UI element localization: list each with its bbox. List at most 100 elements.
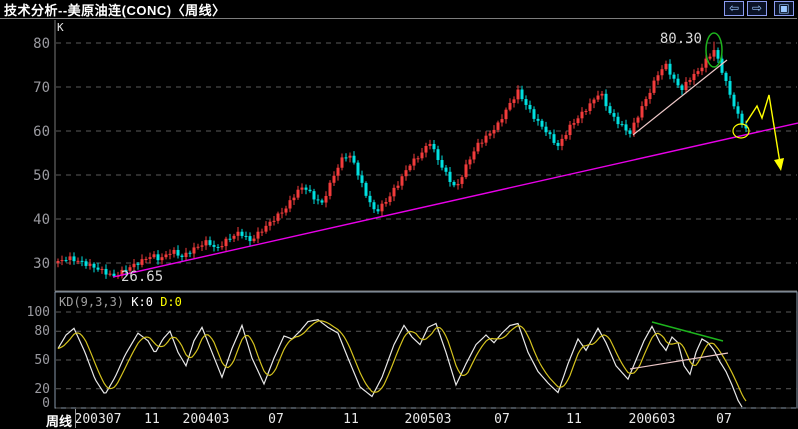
- candle-body: [93, 264, 96, 268]
- candle-body: [309, 190, 312, 191]
- candle-body: [677, 79, 680, 86]
- kd-indicator-label: KD(9,3,3) K:0 D:0: [59, 295, 182, 309]
- candle-body: [209, 240, 212, 245]
- forward-arrow-icon[interactable]: ⇨: [747, 1, 767, 16]
- candle-body: [409, 166, 412, 171]
- price-axis-tick-label: 40: [33, 212, 50, 228]
- kd-axis-tick-label: 50: [34, 353, 50, 368]
- candle-body: [601, 94, 604, 96]
- candle-body: [69, 256, 72, 260]
- candle-body: [109, 274, 112, 275]
- candle-body: [569, 125, 572, 135]
- peak-price-label: 80.30: [660, 31, 702, 47]
- candle-body: [289, 200, 292, 208]
- candle-body: [61, 260, 64, 261]
- candle-body: [149, 257, 152, 259]
- time-axis-tick-label: 200403: [183, 412, 230, 427]
- candle-body: [581, 112, 584, 119]
- candle-body: [141, 259, 144, 265]
- candle-body: [673, 75, 676, 79]
- candle-body: [417, 158, 420, 159]
- window-title: 技术分析--美原油连(CONC)〈周线〉: [0, 0, 226, 19]
- candle-body: [505, 110, 508, 119]
- candle-body: [257, 232, 260, 239]
- chart-canvas[interactable]: 3040506070800205080100: [0, 0, 798, 429]
- candle-body: [285, 209, 288, 213]
- candle-body: [81, 261, 84, 262]
- candle-body: [105, 269, 108, 275]
- window-icon[interactable]: ▣: [774, 1, 794, 16]
- time-axis-tick-label: 07: [268, 412, 284, 427]
- candle-body: [421, 153, 424, 159]
- candle-body: [357, 163, 360, 176]
- candle-body: [185, 253, 188, 257]
- candle-body: [373, 202, 376, 209]
- candle-body: [717, 50, 720, 59]
- candle-body: [385, 202, 388, 204]
- kd-axis-tick-label: 100: [27, 305, 50, 320]
- time-axis-tick-label: 11: [566, 412, 582, 427]
- candle-body: [349, 156, 352, 158]
- candle-body: [689, 80, 692, 82]
- price-axis-tick-label: 70: [33, 80, 50, 96]
- candle-body: [85, 261, 88, 266]
- candle-body: [217, 247, 220, 248]
- candle-body: [553, 134, 556, 143]
- candle-body: [89, 264, 92, 266]
- candle-body: [669, 64, 672, 75]
- candle-body: [521, 89, 524, 99]
- candle-body: [365, 183, 368, 196]
- candle-body: [501, 119, 504, 122]
- candle-body: [493, 130, 496, 134]
- candle-body: [537, 119, 540, 121]
- candle-body: [625, 124, 628, 130]
- candle-body: [233, 236, 236, 239]
- candle-body: [729, 81, 732, 95]
- candle-body: [361, 175, 364, 183]
- candle-body: [525, 99, 528, 105]
- candle-body: [201, 245, 204, 246]
- time-axis-row: 周线 200307112004030711200503071120060307: [0, 409, 798, 428]
- kd-k-value: K:0: [131, 295, 153, 309]
- candle-body: [685, 82, 688, 90]
- candle-body: [329, 183, 332, 196]
- candle-body: [229, 239, 232, 240]
- candle-body: [477, 143, 480, 152]
- candle-body: [225, 239, 228, 246]
- candle-body: [317, 199, 320, 200]
- price-axis-tick-label: 50: [33, 168, 50, 184]
- candle-body: [445, 168, 448, 172]
- candle-body: [725, 73, 728, 81]
- price-axis-tick-label: 30: [33, 256, 50, 272]
- candle-body: [353, 156, 356, 163]
- candle-body: [393, 188, 396, 197]
- candle-body: [741, 114, 744, 125]
- candle-body: [77, 261, 80, 262]
- candle-body: [457, 184, 460, 185]
- candle-body: [381, 204, 384, 212]
- candle-body: [577, 118, 580, 123]
- candle-body: [649, 93, 652, 99]
- candle-body: [437, 149, 440, 160]
- candle-body: [189, 253, 192, 254]
- time-axis-tick-label: 200307: [75, 412, 122, 427]
- candle-body: [593, 100, 596, 104]
- candle-body: [157, 254, 160, 260]
- candle-body: [281, 213, 284, 214]
- candle-body: [305, 188, 308, 190]
- candle-body: [605, 94, 608, 106]
- candle-body: [301, 188, 304, 190]
- candle-body: [489, 133, 492, 135]
- candle-body: [693, 74, 696, 80]
- candle-body: [337, 168, 340, 176]
- back-arrow-icon[interactable]: ⇦: [724, 1, 744, 16]
- candle-body: [641, 106, 644, 117]
- candle-body: [65, 260, 68, 261]
- candle-body: [549, 132, 552, 134]
- candle-body: [377, 209, 380, 211]
- candle-body: [473, 151, 476, 159]
- candle-body: [449, 172, 452, 182]
- candle-body: [469, 159, 472, 164]
- candle-body: [461, 177, 464, 184]
- candle-body: [193, 247, 196, 253]
